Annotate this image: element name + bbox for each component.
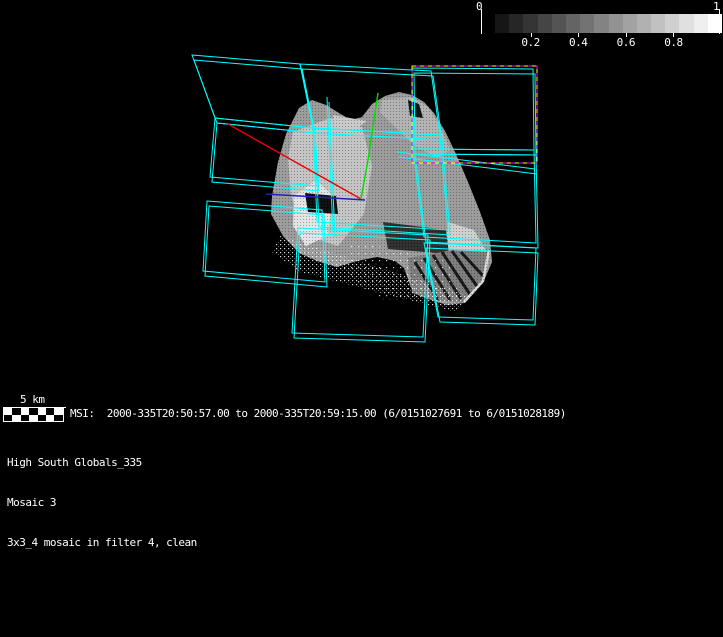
scale-bar-cell [21, 415, 29, 422]
colorbar-step [679, 14, 693, 33]
colorbar-step [694, 14, 708, 33]
colorbar-step [580, 14, 594, 33]
colorbar-step [594, 14, 608, 33]
mosaic-display-window: 0 1 0.20.40.60.8 5 km MSI: 2000-335T20:5… [0, 0, 723, 637]
colorbar-tick-label: 0.8 [664, 36, 682, 49]
colorbar-step [552, 14, 566, 33]
scale-bar-cell [29, 415, 37, 422]
scale-bar-cell [4, 415, 12, 422]
colorbar-step [609, 14, 623, 33]
colorbar-step [495, 14, 509, 33]
colorbar-step [637, 14, 651, 33]
colorbar-tick-label: 0.4 [569, 36, 587, 49]
status-line: MSI: 2000-335T20:50:57.00 to 2000-335T20… [70, 407, 566, 420]
colorbar-step [623, 14, 637, 33]
colorbar-step [523, 14, 537, 33]
scene-canvas [0, 0, 723, 470]
scale-bar-cell [54, 415, 62, 422]
colorbar-step [708, 14, 722, 33]
scale-bar-row [4, 415, 63, 422]
colorbar-step [566, 14, 580, 33]
info-block: High South Globals_335 Mosaic 3 3x3_4 mo… [7, 430, 197, 576]
scale-bar-cell [38, 415, 46, 422]
colorbar-step [665, 14, 679, 33]
info-line-description: 3x3_4 mosaic in filter 4, clean [7, 536, 197, 550]
colorbar-step [538, 14, 552, 33]
colorbar-tick-label: 0.2 [521, 36, 539, 49]
scale-bar-checker [3, 407, 64, 422]
colorbar-gradient [495, 14, 722, 33]
colorbar-min-tickline [481, 9, 482, 34]
scale-bar-cell [46, 415, 54, 422]
scale-bar-cell [12, 415, 20, 422]
scale-bar-label: 5 km [17, 393, 66, 408]
info-line-sequence: High South Globals_335 [7, 456, 197, 470]
colorbar-step [651, 14, 665, 33]
asteroid-render [271, 92, 492, 312]
colorbar-step [509, 14, 523, 33]
colorbar-tick-label: 0.6 [617, 36, 635, 49]
info-line-mosaic: Mosaic 3 [7, 496, 197, 510]
